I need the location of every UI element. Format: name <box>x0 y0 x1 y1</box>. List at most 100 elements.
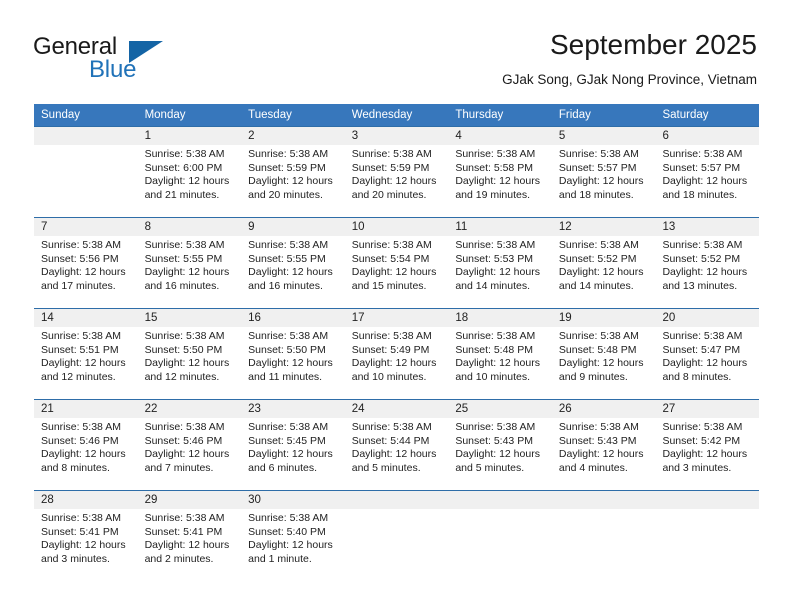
day-cell[interactable]: Sunrise: 5:38 AM Sunset: 5:41 PM Dayligh… <box>34 509 138 581</box>
weekday-header-wednesday: Wednesday <box>351 109 413 121</box>
sunrise-text: Sunrise: 5:38 AM <box>662 239 743 251</box>
day-cell[interactable]: Sunrise: 5:38 AM Sunset: 5:51 PM Dayligh… <box>34 327 138 399</box>
week-detail-cells: Sunrise: 5:38 AM Sunset: 5:46 PM Dayligh… <box>34 418 759 490</box>
weekday-header-thursday: Thursday <box>455 109 504 121</box>
daylight-text-line1: Daylight: 12 hours <box>662 266 748 279</box>
day-cell[interactable]: Sunrise: 5:38 AM Sunset: 5:57 PM Dayligh… <box>552 145 656 217</box>
daylight-text-line1: Daylight: 12 hours <box>662 448 748 461</box>
week-date-numbers: 7 8 9 10 11 12 13 <box>34 218 759 236</box>
day-number: 1 <box>144 130 151 142</box>
sunset-text: Sunset: 5:59 PM <box>351 161 430 174</box>
day-cell[interactable] <box>655 509 759 581</box>
daylight-text-line1: Daylight: 12 hours <box>455 357 540 370</box>
day-number <box>552 491 656 509</box>
daylight-text-line2: and 3 minutes. <box>662 461 732 474</box>
sunrise-text: Sunrise: 5:38 AM <box>662 421 743 433</box>
day-cell[interactable]: Sunrise: 5:38 AM Sunset: 5:57 PM Dayligh… <box>655 145 759 217</box>
day-cell[interactable]: Sunrise: 5:38 AM Sunset: 5:45 PM Dayligh… <box>241 418 345 490</box>
sunrise-text: Sunrise: 5:38 AM <box>144 421 225 433</box>
daylight-text-line1: Daylight: 12 hours <box>662 357 748 370</box>
daylight-text-line1: Daylight: 12 hours <box>351 175 437 188</box>
daylight-text-line2: and 9 minutes. <box>558 370 628 383</box>
sunrise-text: Sunrise: 5:38 AM <box>351 330 432 342</box>
day-cell[interactable]: Sunrise: 5:38 AM Sunset: 5:59 PM Dayligh… <box>345 145 449 217</box>
day-cell[interactable]: Sunrise: 5:38 AM Sunset: 5:52 PM Dayligh… <box>655 236 759 308</box>
sunset-text: Sunset: 5:46 PM <box>144 434 223 447</box>
calendar-grid: Sunday Monday Tuesday Wednesday Thursday… <box>34 104 759 581</box>
day-cell[interactable]: Sunrise: 5:38 AM Sunset: 5:43 PM Dayligh… <box>552 418 656 490</box>
daylight-text-line1: Daylight: 12 hours <box>455 175 540 188</box>
day-cell[interactable]: Sunrise: 5:38 AM Sunset: 5:40 PM Dayligh… <box>241 509 345 581</box>
day-cell[interactable]: Sunrise: 5:38 AM Sunset: 5:50 PM Dayligh… <box>138 327 242 399</box>
daylight-text-line1: Daylight: 12 hours <box>41 357 126 370</box>
sunrise-text: Sunrise: 5:38 AM <box>662 148 743 160</box>
week-date-numbers: 14 15 16 17 18 19 20 <box>34 309 759 327</box>
day-cell[interactable] <box>448 509 552 581</box>
day-number: 14 <box>41 312 54 324</box>
sunset-text: Sunset: 5:53 PM <box>455 252 533 265</box>
day-number: 20 <box>662 312 676 324</box>
day-cell[interactable]: Sunrise: 5:38 AM Sunset: 5:52 PM Dayligh… <box>552 236 656 308</box>
day-cell[interactable] <box>345 509 449 581</box>
location-subtitle: GJak Song, GJak Nong Province, Vietnam <box>502 72 757 87</box>
sunset-text: Sunset: 5:43 PM <box>455 434 533 447</box>
day-cell[interactable]: Sunrise: 5:38 AM Sunset: 5:43 PM Dayligh… <box>448 418 552 490</box>
day-cell[interactable]: Sunrise: 5:38 AM Sunset: 5:49 PM Dayligh… <box>345 327 449 399</box>
day-cell[interactable]: Sunrise: 5:38 AM Sunset: 6:00 PM Dayligh… <box>138 145 242 217</box>
daylight-text-line2: and 5 minutes. <box>455 461 525 474</box>
sunset-text: Sunset: 5:57 PM <box>558 161 637 174</box>
week-detail-cells: Sunrise: 5:38 AM Sunset: 5:51 PM Dayligh… <box>34 327 759 399</box>
daylight-text-line2: and 5 minutes. <box>351 461 421 474</box>
day-number <box>345 491 449 509</box>
day-cell[interactable]: Sunrise: 5:38 AM Sunset: 5:47 PM Dayligh… <box>655 327 759 399</box>
sunset-text: Sunset: 5:57 PM <box>662 161 741 174</box>
day-cell[interactable]: Sunrise: 5:38 AM Sunset: 5:59 PM Dayligh… <box>241 145 345 217</box>
day-cell[interactable]: Sunrise: 5:38 AM Sunset: 5:46 PM Dayligh… <box>138 418 242 490</box>
day-cell[interactable]: Sunrise: 5:38 AM Sunset: 5:42 PM Dayligh… <box>655 418 759 490</box>
day-number: 3 <box>351 130 359 142</box>
day-cell[interactable]: Sunrise: 5:38 AM Sunset: 5:50 PM Dayligh… <box>241 327 345 399</box>
day-cell[interactable]: Sunrise: 5:38 AM Sunset: 5:55 PM Dayligh… <box>138 236 242 308</box>
sunset-text: Sunset: 5:59 PM <box>248 161 326 174</box>
daylight-text-line2: and 16 minutes. <box>248 279 323 292</box>
day-cell[interactable]: Sunrise: 5:38 AM Sunset: 5:55 PM Dayligh… <box>241 236 345 308</box>
daylight-text-line1: Daylight: 12 hours <box>144 175 230 188</box>
day-cell[interactable] <box>34 145 138 217</box>
week-detail-cells: Sunrise: 5:38 AM Sunset: 6:00 PM Dayligh… <box>34 145 759 217</box>
daylight-text-line1: Daylight: 12 hours <box>558 357 644 370</box>
sunrise-text: Sunrise: 5:38 AM <box>455 239 536 251</box>
daylight-text-line2: and 8 minutes. <box>662 370 732 383</box>
sunset-text: Sunset: 5:41 PM <box>41 525 119 538</box>
daylight-text-line2: and 4 minutes. <box>558 461 628 474</box>
day-cell[interactable]: Sunrise: 5:38 AM Sunset: 5:58 PM Dayligh… <box>448 145 552 217</box>
day-cell[interactable]: Sunrise: 5:38 AM Sunset: 5:48 PM Dayligh… <box>448 327 552 399</box>
sunset-text: Sunset: 5:42 PM <box>662 434 741 447</box>
day-number: 11 <box>455 221 468 233</box>
sunrise-text: Sunrise: 5:38 AM <box>455 330 536 342</box>
sunrise-text: Sunrise: 5:38 AM <box>558 148 639 160</box>
sunset-text: Sunset: 5:51 PM <box>41 343 119 356</box>
sunrise-text: Sunrise: 5:38 AM <box>248 239 329 251</box>
day-cell[interactable]: Sunrise: 5:38 AM Sunset: 5:46 PM Dayligh… <box>34 418 138 490</box>
day-number: 16 <box>248 312 261 324</box>
day-cell[interactable] <box>552 509 656 581</box>
sunset-text: Sunset: 5:49 PM <box>351 343 430 356</box>
general-blue-logo[interactable]: General Blue <box>33 33 223 85</box>
day-cell[interactable]: Sunrise: 5:38 AM Sunset: 5:54 PM Dayligh… <box>345 236 449 308</box>
day-cell[interactable]: Sunrise: 5:38 AM Sunset: 5:44 PM Dayligh… <box>345 418 449 490</box>
sunset-text: Sunset: 5:58 PM <box>455 161 533 174</box>
day-number: 18 <box>455 312 469 324</box>
day-number: 10 <box>351 221 365 233</box>
weekday-header-friday: Friday <box>558 109 591 121</box>
sunset-text: Sunset: 5:50 PM <box>248 343 326 356</box>
daylight-text-line1: Daylight: 12 hours <box>351 448 437 461</box>
day-cell[interactable]: Sunrise: 5:38 AM Sunset: 5:56 PM Dayligh… <box>34 236 138 308</box>
day-cell[interactable]: Sunrise: 5:38 AM Sunset: 5:53 PM Dayligh… <box>448 236 552 308</box>
day-number: 4 <box>455 130 462 142</box>
calendar-week-row: 14 15 16 17 18 19 20 Sunrise: 5:38 AM Su… <box>34 308 759 399</box>
day-cell[interactable]: Sunrise: 5:38 AM Sunset: 5:48 PM Dayligh… <box>552 327 656 399</box>
weekday-header-row: Sunday Monday Tuesday Wednesday Thursday… <box>34 104 759 126</box>
day-cell[interactable]: Sunrise: 5:38 AM Sunset: 5:41 PM Dayligh… <box>138 509 242 581</box>
daylight-text-line1: Daylight: 12 hours <box>144 266 230 279</box>
sunset-text: Sunset: 6:00 PM <box>144 161 223 174</box>
